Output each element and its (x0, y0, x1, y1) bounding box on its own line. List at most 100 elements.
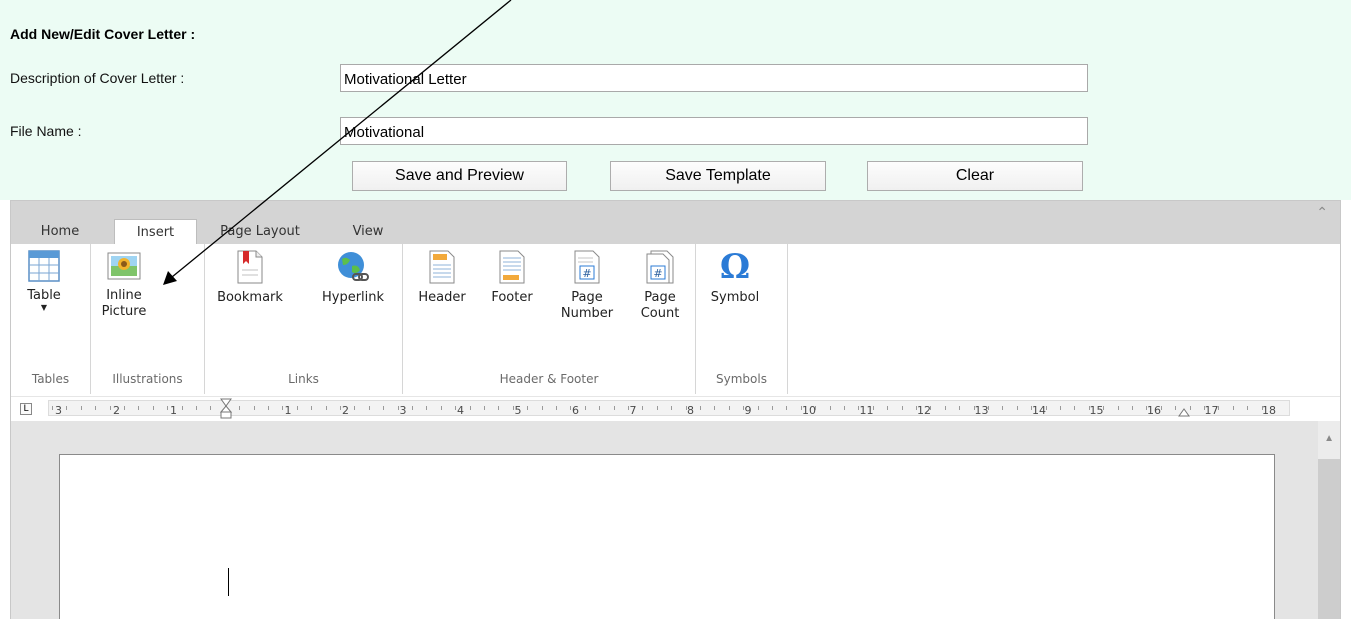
tab-insert[interactable]: Insert (114, 219, 197, 244)
ruler-number: 6 (572, 404, 579, 417)
ruler-tick (52, 406, 53, 410)
group-label-tables: Tables (31, 372, 70, 386)
group-label-illustrations: Illustrations (112, 372, 183, 386)
ruler-number: 5 (514, 404, 522, 417)
vertical-scrollbar[interactable]: ▲ (1318, 421, 1340, 619)
indent-marker-icon[interactable] (220, 398, 232, 420)
ruler-tick (455, 406, 457, 410)
scroll-up-arrow-icon[interactable]: ▲ (1324, 433, 1334, 444)
group-label-header-footer: Header & Footer (499, 372, 599, 386)
ruler-tick (743, 406, 745, 410)
tab-page-layout[interactable]: Page Layout (211, 219, 309, 244)
ruler-tick (887, 406, 889, 410)
ruler-tick (1175, 406, 1177, 410)
ruler-tick (95, 406, 97, 410)
tab-stop-selector[interactable]: L (20, 403, 32, 415)
inline-picture-label-line2: Picture (101, 304, 147, 319)
ruler-number: 13 (974, 404, 989, 417)
page-number-button[interactable]: # Page Number (555, 250, 619, 322)
ruler-tick (1132, 406, 1133, 410)
bookmark-icon (237, 250, 263, 284)
ruler-number: 8 (687, 404, 694, 417)
ruler-number: 1 (284, 404, 292, 417)
ruler-tick (138, 406, 140, 410)
ruler-number: 11 (859, 404, 874, 417)
ruler-tick (181, 406, 183, 410)
footer-icon (499, 250, 525, 284)
ruler-tick (210, 406, 212, 410)
ruler-scale: 3 2 1 1 2 3 4 5 6 7 8 9 10 11 12 13 14 15 16 17 18 (48, 400, 1290, 417)
document-page[interactable] (59, 454, 1275, 619)
ruler-tick (109, 406, 111, 410)
ruler-tick (1218, 406, 1220, 410)
ruler-tick (512, 406, 514, 410)
ruler-tick (901, 406, 903, 410)
hyperlink-label: Hyperlink (321, 290, 385, 305)
ruler-tick (1160, 406, 1162, 410)
ruler-tick (196, 406, 197, 410)
right-indent-marker-icon[interactable] (1178, 407, 1190, 417)
ruler-number: 4 (457, 404, 464, 417)
page-number-label-line2: Number (560, 306, 614, 321)
tab-view[interactable]: View (346, 219, 390, 244)
ruler-tick (959, 406, 961, 410)
ruler-tick (714, 406, 716, 410)
chevron-up-icon[interactable]: ⌃ (1316, 205, 1328, 219)
ruler-tick (412, 406, 413, 410)
ruler-tick (800, 406, 802, 410)
footer-label: Footer (491, 290, 533, 305)
save-and-preview-button[interactable]: Save and Preview (352, 161, 567, 191)
ruler-tick (325, 406, 327, 410)
symbol-label: Symbol (710, 290, 760, 305)
ruler-number: 7 (629, 404, 637, 417)
ruler-tick (786, 406, 788, 410)
ruler-number: 15 (1089, 404, 1104, 417)
inline-picture-button[interactable]: Inline Picture (93, 250, 155, 320)
file-name-input[interactable] (340, 117, 1088, 145)
horizontal-ruler[interactable]: L 3 2 1 1 2 3 4 5 6 7 8 9 10 11 12 13 14 15 16 17 18 (11, 396, 1340, 422)
ruler-tick (1204, 406, 1205, 410)
ruler-tick (700, 406, 701, 410)
tab-home[interactable]: Home (35, 219, 85, 244)
ruler-tick (815, 406, 817, 410)
header-button[interactable]: Header (412, 250, 472, 306)
ruler-tick (541, 406, 543, 410)
footer-button[interactable]: Footer (481, 250, 543, 306)
omega-icon: Ω (719, 247, 751, 287)
ruler-tick (556, 406, 557, 410)
ruler-number: 12 (917, 404, 931, 417)
ruler-number: 3 (399, 404, 407, 417)
ruler-number: 17 (1204, 404, 1219, 417)
bookmark-button[interactable]: Bookmark (214, 250, 286, 306)
ruler-tick (584, 406, 586, 410)
description-input[interactable] (340, 64, 1088, 92)
page-number-icon: # (574, 250, 600, 284)
ruler-tick (498, 406, 500, 410)
ruler-number: 1 (170, 404, 177, 417)
bookmark-label: Bookmark (217, 290, 283, 305)
ruler-tick (642, 406, 644, 410)
table-button[interactable]: Table ▼ (13, 250, 75, 312)
ruler-tick (973, 406, 975, 410)
ruler-tick (1002, 406, 1004, 410)
page-count-label-line2: Count (640, 306, 680, 321)
ruler-tick (296, 406, 298, 410)
document-canvas: ▲ (11, 421, 1340, 619)
page-count-button[interactable]: # Page Count (632, 250, 688, 322)
hyperlink-button[interactable]: Hyperlink (311, 250, 395, 306)
ruler-number: 10 (802, 404, 816, 417)
symbol-button[interactable]: Ω Symbol (701, 250, 769, 306)
ruler-number: 2 (113, 404, 120, 417)
ruler-tick (354, 406, 356, 410)
group-label-symbols: Symbols (716, 372, 767, 386)
ruler-tick (311, 406, 313, 410)
group-label-links: Links (288, 372, 319, 386)
ruler-tick (1146, 406, 1148, 410)
clear-button[interactable]: Clear (867, 161, 1083, 191)
ruler-tick (1045, 406, 1047, 410)
scrollbar-thumb[interactable] (1318, 459, 1340, 619)
save-template-button[interactable]: Save Template (610, 161, 826, 191)
ruler-tick (872, 406, 874, 410)
ruler-tick (1088, 406, 1090, 410)
svg-text:#: # (653, 267, 662, 280)
